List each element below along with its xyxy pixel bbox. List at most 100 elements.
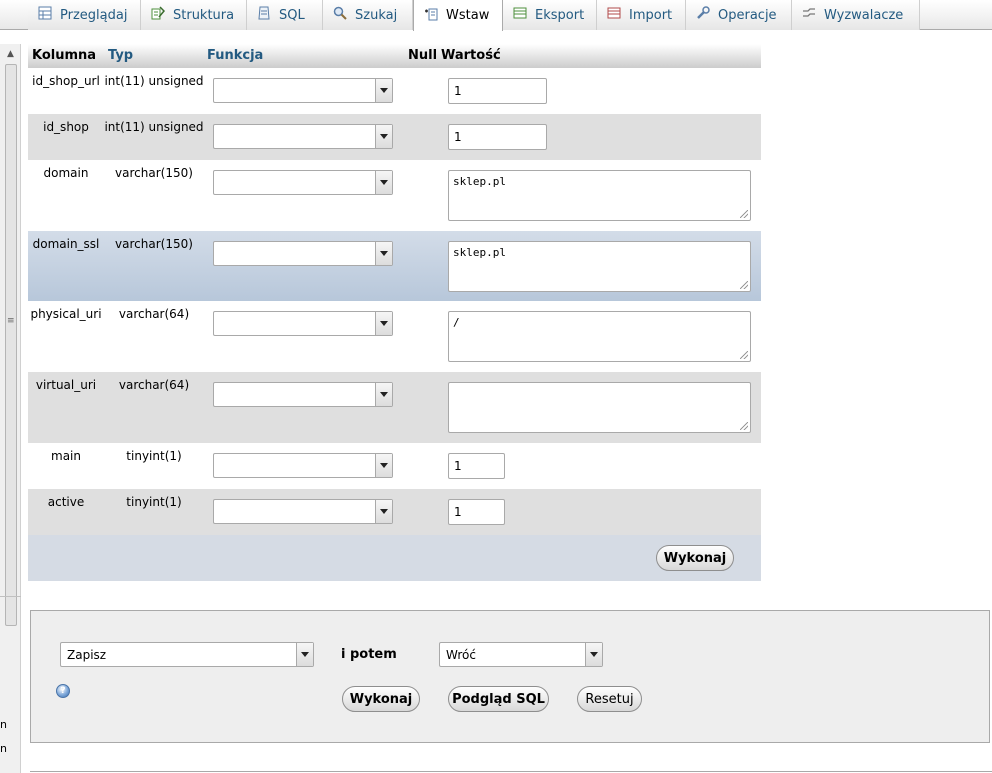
function-select[interactable] <box>213 499 393 524</box>
chevron-down-icon[interactable] <box>375 312 392 335</box>
function-select[interactable] <box>213 170 393 195</box>
tab-sql[interactable]: SQL <box>247 0 323 30</box>
tab-search[interactable]: Szukaj <box>323 0 413 30</box>
resize-handle-icon[interactable] <box>740 281 748 289</box>
tab-import[interactable]: Import <box>597 0 686 30</box>
header-type-link[interactable]: Typ <box>108 48 133 63</box>
tab-browse[interactable]: Przeglądaj <box>28 0 141 30</box>
value-textarea[interactable]: / <box>448 311 751 362</box>
table-row: domain varchar(150) sklep.pl <box>28 160 761 231</box>
save-mode-value: Zapisz <box>67 648 107 662</box>
column-type: tinyint(1) <box>126 495 182 509</box>
execute-row: Wykonaj <box>28 535 761 581</box>
value-textarea[interactable]: sklep.pl <box>448 241 751 292</box>
tab-structure-label: Struktura <box>173 7 235 23</box>
value-textarea[interactable]: sklep.pl <box>448 170 751 221</box>
column-name: domain_ssl <box>32 237 100 251</box>
table-header: Kolumna Typ Funkcja Null Wartość <box>28 44 761 68</box>
tab-triggers[interactable]: Wyzwalacze <box>792 0 920 30</box>
execute-button[interactable]: Wykonaj <box>342 686 420 712</box>
function-select[interactable] <box>213 78 393 103</box>
table-row: id_shop_url int(11) unsigned 1 <box>28 68 761 114</box>
function-select[interactable] <box>213 241 393 266</box>
tab-insert[interactable]: Wstaw <box>413 0 503 31</box>
left-frame-text-fragment: n <box>0 718 7 731</box>
page-bottom-divider <box>30 771 992 772</box>
chevron-down-icon[interactable] <box>375 500 392 523</box>
table-row: virtual_uri varchar(64) <box>28 372 761 443</box>
chevron-down-icon[interactable] <box>585 643 602 666</box>
value-text: sklep.pl <box>453 246 506 259</box>
triggers-icon <box>802 6 816 24</box>
table-row: main tinyint(1) 1 <box>28 443 761 489</box>
then-label: i potem <box>341 647 397 662</box>
tab-export[interactable]: Eksport <box>503 0 597 30</box>
insert-icon <box>424 7 438 25</box>
column-type: varchar(150) <box>115 166 193 180</box>
column-name: active <box>47 495 85 509</box>
grip-icon: ≡ <box>7 316 15 326</box>
tab-search-label: Szukaj <box>355 7 398 23</box>
chevron-down-icon[interactable] <box>375 79 392 102</box>
insert-form-table: Kolumna Typ Funkcja Null Wartość id_shop… <box>28 44 761 581</box>
resize-handle-icon[interactable] <box>740 422 748 430</box>
header-column: Kolumna <box>32 48 97 63</box>
value-input[interactable]: 1 <box>448 78 547 104</box>
function-select[interactable] <box>213 311 393 336</box>
table-row: physical_uri varchar(64) / <box>28 301 761 372</box>
tab-browse-label: Przeglądaj <box>60 7 128 23</box>
tab-bar: Przeglądaj Struktura SQL Szukaj Wstaw Ek… <box>0 0 992 31</box>
function-select[interactable] <box>213 382 393 407</box>
chevron-down-icon[interactable] <box>375 454 392 477</box>
tab-triggers-label: Wyzwalacze <box>824 7 904 23</box>
after-insert-value: Wróć <box>446 648 476 662</box>
column-name: main <box>51 449 81 463</box>
tab-export-label: Eksport <box>535 7 585 23</box>
insert-actions-panel: Zapisz i potem Wróć ? Wykonaj Podgląd SQ… <box>30 610 990 743</box>
chevron-down-icon[interactable] <box>296 643 313 666</box>
search-icon <box>333 6 347 24</box>
after-insert-select[interactable]: Wróć <box>439 642 603 667</box>
preview-sql-button[interactable]: Podgląd SQL <box>448 686 549 712</box>
value-input[interactable]: 1 <box>448 453 505 479</box>
export-icon <box>513 6 527 24</box>
function-select[interactable] <box>213 124 393 149</box>
chevron-down-icon[interactable] <box>375 383 392 406</box>
column-name: id_shop_url <box>32 74 100 88</box>
column-name: virtual_uri <box>35 378 97 392</box>
column-type: int(11) unsigned <box>104 120 204 134</box>
tab-operations[interactable]: Operacje <box>686 0 792 30</box>
column-type: tinyint(1) <box>126 449 182 463</box>
left-frame-text-fragment: n <box>0 742 7 755</box>
chevron-down-icon[interactable] <box>375 125 392 148</box>
function-select[interactable] <box>213 453 393 478</box>
tab-structure[interactable]: Struktura <box>141 0 247 30</box>
value-text: sklep.pl <box>453 175 506 188</box>
header-function-link[interactable]: Funkcja <box>207 48 263 63</box>
value-text: / <box>453 316 460 329</box>
chevron-down-icon[interactable] <box>375 242 392 265</box>
resize-handle-icon[interactable] <box>740 210 748 218</box>
tab-operations-label: Operacje <box>718 7 777 23</box>
resize-handle-icon[interactable] <box>740 351 748 359</box>
scrollbar-thumb[interactable] <box>5 64 17 626</box>
left-frame-divider <box>0 596 21 597</box>
column-name: domain <box>43 166 89 180</box>
tab-sql-label: SQL <box>279 7 305 23</box>
reset-button[interactable]: Resetuj <box>577 686 642 712</box>
import-icon <box>607 6 621 24</box>
execute-button[interactable]: Wykonaj <box>656 545 734 571</box>
help-icon[interactable]: ? <box>56 684 70 698</box>
scroll-up-arrow-icon[interactable]: ▲ <box>7 49 14 59</box>
column-type: varchar(64) <box>118 378 190 392</box>
tab-import-label: Import <box>629 7 673 23</box>
header-value: Wartość <box>441 48 501 63</box>
value-input[interactable]: 1 <box>448 499 505 525</box>
value-input[interactable]: 1 <box>448 124 547 150</box>
chevron-down-icon[interactable] <box>375 171 392 194</box>
left-frame-scrollbar[interactable]: ▲ ≡ n n <box>0 44 21 773</box>
column-type: varchar(150) <box>115 237 193 251</box>
save-mode-select[interactable]: Zapisz <box>60 642 314 667</box>
value-textarea[interactable] <box>448 382 751 433</box>
header-null: Null <box>408 48 438 63</box>
